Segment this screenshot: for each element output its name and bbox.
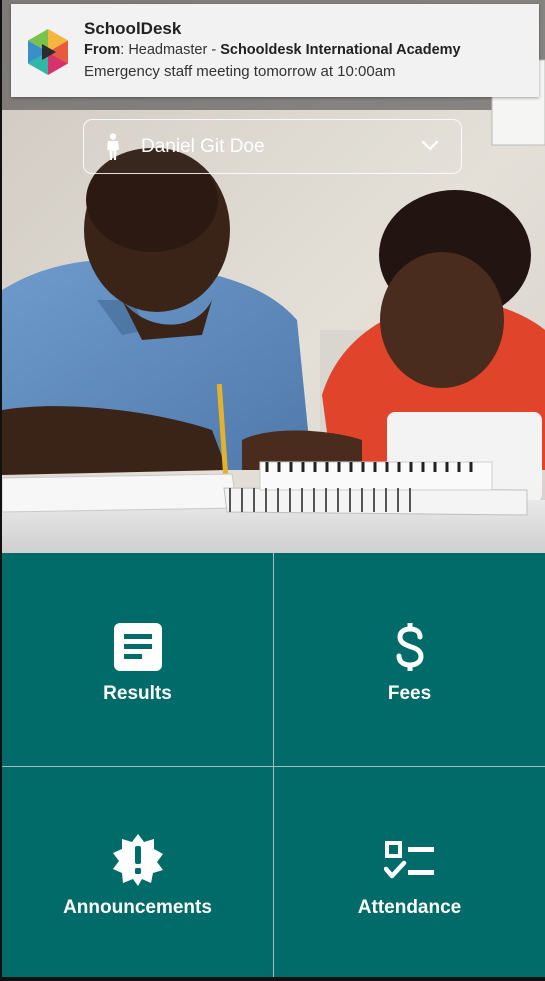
fees-label: Fees xyxy=(387,683,432,704)
push-notification[interactable]: SchoolDesk From: Headmaster - Schooldesk… xyxy=(11,4,539,97)
app-screen: SchoolDesk From: Headmaster - Schooldesk… xyxy=(0,0,545,981)
person-icon xyxy=(107,133,119,160)
checklist-icon xyxy=(383,841,434,879)
results-label: Results xyxy=(103,683,172,704)
notification-sender: From: Headmaster - Schooldesk Internatio… xyxy=(84,42,461,58)
sender-school: Schooldesk International Academy xyxy=(220,42,461,58)
sender-separator: - xyxy=(211,42,217,58)
grid-vertical-divider xyxy=(273,553,274,981)
fees-tile[interactable]: Fees xyxy=(274,553,545,766)
announcements-label: Announcements xyxy=(63,897,212,918)
user-selector-dropdown[interactable]: Daniel Git Doe xyxy=(83,119,462,174)
notification-app-name: SchoolDesk xyxy=(84,19,182,38)
selected-user-name: Daniel Git Doe xyxy=(141,136,265,157)
schooldesk-logo-icon xyxy=(28,29,68,75)
grid-horizontal-divider xyxy=(2,766,545,767)
dollar-icon xyxy=(396,623,424,671)
attendance-label: Attendance xyxy=(357,897,462,918)
chevron-down-icon xyxy=(421,140,439,151)
document-icon xyxy=(113,623,162,671)
announcements-tile[interactable]: Announcements xyxy=(2,767,273,980)
alert-badge-icon xyxy=(112,834,163,886)
screen-edge-bottom xyxy=(0,977,545,981)
sender-role: Headmaster xyxy=(128,42,208,58)
menu-grid: Results Fees Announcements Attendance xyxy=(2,553,545,981)
from-label: From xyxy=(84,42,121,58)
notification-message: Emergency staff meeting tomorrow at 10:0… xyxy=(84,63,396,80)
attendance-tile[interactable]: Attendance xyxy=(274,767,545,980)
results-tile[interactable]: Results xyxy=(2,553,273,766)
screen-edge-left xyxy=(0,0,2,981)
